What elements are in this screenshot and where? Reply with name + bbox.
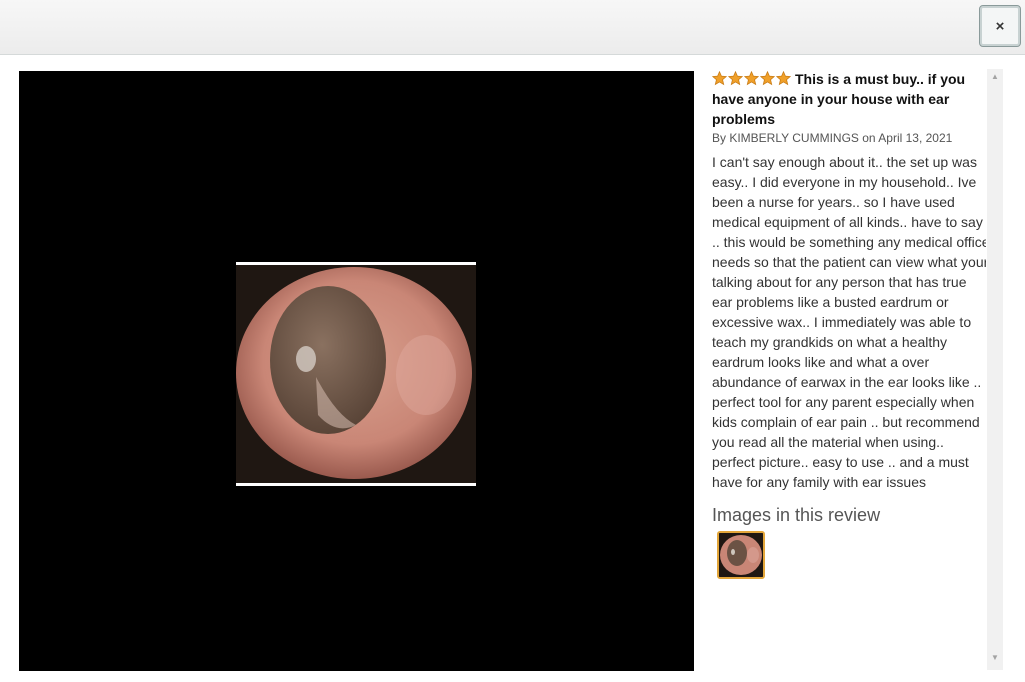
review-byline: By KIMBERLY CUMMINGS on April 13, 2021	[712, 131, 953, 145]
close-icon: ×	[995, 17, 1005, 35]
scroll-up-icon[interactable]: ▲	[987, 69, 1003, 83]
ear-canal-thumbnail	[719, 533, 763, 577]
review-body: I can't say enough about it.. the set up…	[712, 154, 986, 490]
image-viewer	[19, 71, 694, 671]
star-icon	[728, 71, 743, 86]
scroll-down-icon[interactable]: ▼	[987, 650, 1003, 664]
review-image-large	[236, 262, 476, 486]
star-icon	[712, 71, 727, 86]
star-icon	[776, 71, 791, 86]
close-button[interactable]: ×	[979, 5, 1021, 47]
star-icon	[744, 71, 759, 86]
images-heading: Images in this review	[712, 505, 881, 525]
review-image-thumbnail[interactable]	[717, 531, 765, 579]
review-title-row: This is a must buy.. if you have anyone …	[712, 69, 986, 129]
review-scrollbar[interactable]: ▲ ▼	[987, 69, 1003, 670]
star-icon	[760, 71, 775, 86]
modal-header: ×	[0, 0, 1025, 55]
review-pane: This is a must buy.. if you have anyone …	[704, 64, 986, 670]
ear-canal-image	[236, 265, 476, 483]
star-rating	[712, 71, 791, 86]
